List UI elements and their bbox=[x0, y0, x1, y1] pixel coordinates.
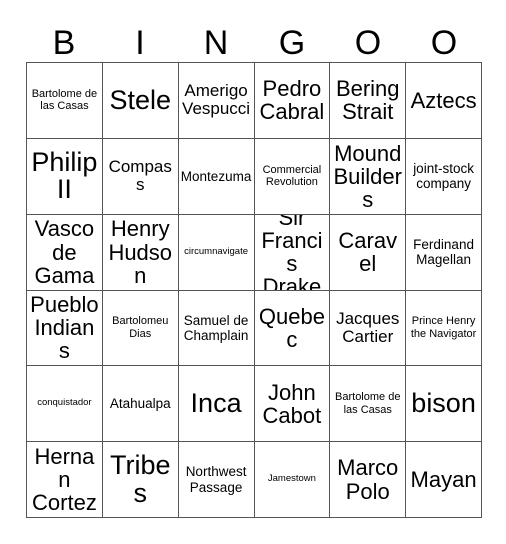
bingo-cell[interactable]: Mound Builders bbox=[330, 138, 407, 215]
bingo-header-letter-2: N bbox=[203, 24, 229, 62]
bingo-cell-label: Vasco de Gama bbox=[34, 216, 95, 288]
bingo-cell-label: Henry Hudson bbox=[108, 216, 173, 288]
bingo-cell[interactable]: Vasco de Gama bbox=[27, 214, 103, 291]
bingo-cell-label: Inca bbox=[190, 387, 242, 418]
bingo-cell[interactable]: Commercial Revolution bbox=[254, 138, 331, 215]
bingo-cell[interactable]: Marco Polo bbox=[330, 442, 407, 518]
bingo-cell[interactable]: Mayan bbox=[406, 442, 482, 518]
bingo-cell-label: Tribes bbox=[109, 450, 171, 508]
bingo-cell-label: Bering Strait bbox=[335, 76, 400, 125]
bingo-card: B I N G O O Bartolome de las Casas Stele Amerig… bbox=[0, 0, 506, 544]
bingo-cell-label: Aztecs bbox=[410, 87, 477, 113]
bingo-cell-label: Philip II bbox=[31, 146, 98, 205]
bingo-cell-label: Hernan Cortez bbox=[32, 443, 97, 516]
bingo-cell[interactable]: Inca bbox=[178, 366, 255, 443]
bingo-cell-label: Ferdinand Magellan bbox=[413, 236, 474, 268]
bingo-cell[interactable]: Samuel de Champlain bbox=[178, 290, 255, 367]
bingo-header: BINGOO bbox=[26, 16, 482, 62]
bingo-cell-label: Jamestown bbox=[267, 473, 316, 485]
bingo-cell[interactable]: Sir Francis Drake bbox=[254, 214, 331, 291]
bingo-cell[interactable]: Quebec bbox=[254, 290, 331, 367]
bingo-cell[interactable]: Bartolome de las Casas bbox=[330, 366, 407, 443]
bingo-cell-label: Mayan bbox=[410, 467, 477, 493]
bingo-cell[interactable]: John Cabot bbox=[254, 366, 331, 443]
bingo-cell[interactable]: Jamestown bbox=[254, 442, 331, 518]
bingo-cell[interactable]: Prince Henry the Navigator bbox=[406, 290, 482, 367]
bingo-cell-label: conquistador bbox=[37, 397, 92, 409]
bingo-cell[interactable]: bison bbox=[406, 366, 482, 443]
bingo-cell[interactable]: Bartolome de las Casas bbox=[27, 63, 103, 139]
bingo-cell-label: Bartolomeu Dias bbox=[112, 315, 169, 340]
bingo-cell-label: Quebec bbox=[258, 303, 325, 352]
bingo-cell[interactable]: Ferdinand Magellan bbox=[406, 214, 482, 291]
bingo-cell-label: Prince Henry the Navigator bbox=[410, 315, 477, 340]
bingo-cell-label: Stele bbox=[109, 84, 172, 115]
bingo-cell-label: bison bbox=[411, 387, 476, 418]
bingo-cell-label: Samuel de Champlain bbox=[183, 312, 249, 343]
bingo-cell-label: Pedro Cabral bbox=[259, 76, 325, 125]
bingo-cell[interactable]: Pedro Cabral bbox=[254, 63, 331, 139]
bingo-cell[interactable]: Bering Strait bbox=[330, 63, 407, 139]
bingo-cell-label: Mound Builders bbox=[333, 140, 402, 212]
bingo-cell[interactable]: Tribes bbox=[102, 442, 179, 518]
bingo-cell-label: Northwest Passage bbox=[185, 464, 247, 495]
bingo-cell-label: circumnavigate bbox=[184, 245, 249, 257]
bingo-cell[interactable]: Henry Hudson bbox=[102, 214, 179, 291]
bingo-header-letter-3: G bbox=[278, 24, 306, 62]
bingo-cell[interactable]: Atahualpa bbox=[102, 366, 179, 443]
bingo-header-letter-5: O bbox=[430, 24, 458, 62]
bingo-cell-label: joint-stock company bbox=[413, 161, 474, 192]
bingo-cell-label: Marco Polo bbox=[337, 455, 399, 504]
bingo-cell-label: Bartolome de las Casas bbox=[335, 391, 401, 416]
bingo-cell-label: Compass bbox=[108, 156, 172, 195]
bingo-cell-label: Pueblo Indians bbox=[30, 292, 99, 364]
bingo-cell-label: Bartolome de las Casas bbox=[31, 87, 98, 113]
bingo-cell-label: Sir Francis Drake bbox=[261, 214, 323, 291]
bingo-cell[interactable]: Bartolomeu Dias bbox=[102, 290, 179, 367]
bingo-header-letter-4: O bbox=[354, 24, 382, 62]
bingo-cell[interactable]: Amerigo Vespucci bbox=[178, 63, 255, 139]
bingo-cell-label: John Cabot bbox=[262, 379, 322, 428]
bingo-header-letter-1: I bbox=[135, 24, 145, 62]
bingo-cell[interactable]: Caravel bbox=[330, 214, 407, 291]
bingo-grid: Bartolome de las Casas Stele Amerigo Vespu… bbox=[26, 62, 482, 518]
bingo-cell[interactable]: Hernan Cortez bbox=[27, 442, 103, 518]
bingo-cell[interactable]: Philip II bbox=[27, 138, 103, 215]
bingo-cell-label: Commercial Revolution bbox=[262, 163, 322, 189]
bingo-header-letter-0: B bbox=[52, 24, 76, 62]
bingo-cell[interactable]: Aztecs bbox=[406, 63, 482, 139]
bingo-cell-label: Amerigo Vespucci bbox=[182, 81, 251, 119]
bingo-cell-label: Caravel bbox=[338, 227, 398, 277]
bingo-cell[interactable]: Stele bbox=[102, 63, 179, 139]
bingo-cell-label: Atahualpa bbox=[109, 396, 171, 412]
bingo-cell-label: Jacques Cartier bbox=[336, 308, 400, 346]
bingo-cell[interactable]: conquistador bbox=[27, 366, 103, 443]
bingo-cell[interactable]: Jacques Cartier bbox=[330, 290, 407, 367]
bingo-cell[interactable]: Pueblo Indians bbox=[27, 290, 103, 367]
bingo-cell[interactable]: circumnavigate bbox=[178, 214, 255, 291]
bingo-cell[interactable]: Montezuma bbox=[178, 138, 255, 215]
bingo-cell[interactable]: Northwest Passage bbox=[178, 442, 255, 518]
bingo-cell-label: Montezuma bbox=[180, 168, 252, 184]
bingo-cell[interactable]: joint-stock company bbox=[406, 138, 482, 215]
bingo-cell[interactable]: Compass bbox=[102, 138, 179, 215]
